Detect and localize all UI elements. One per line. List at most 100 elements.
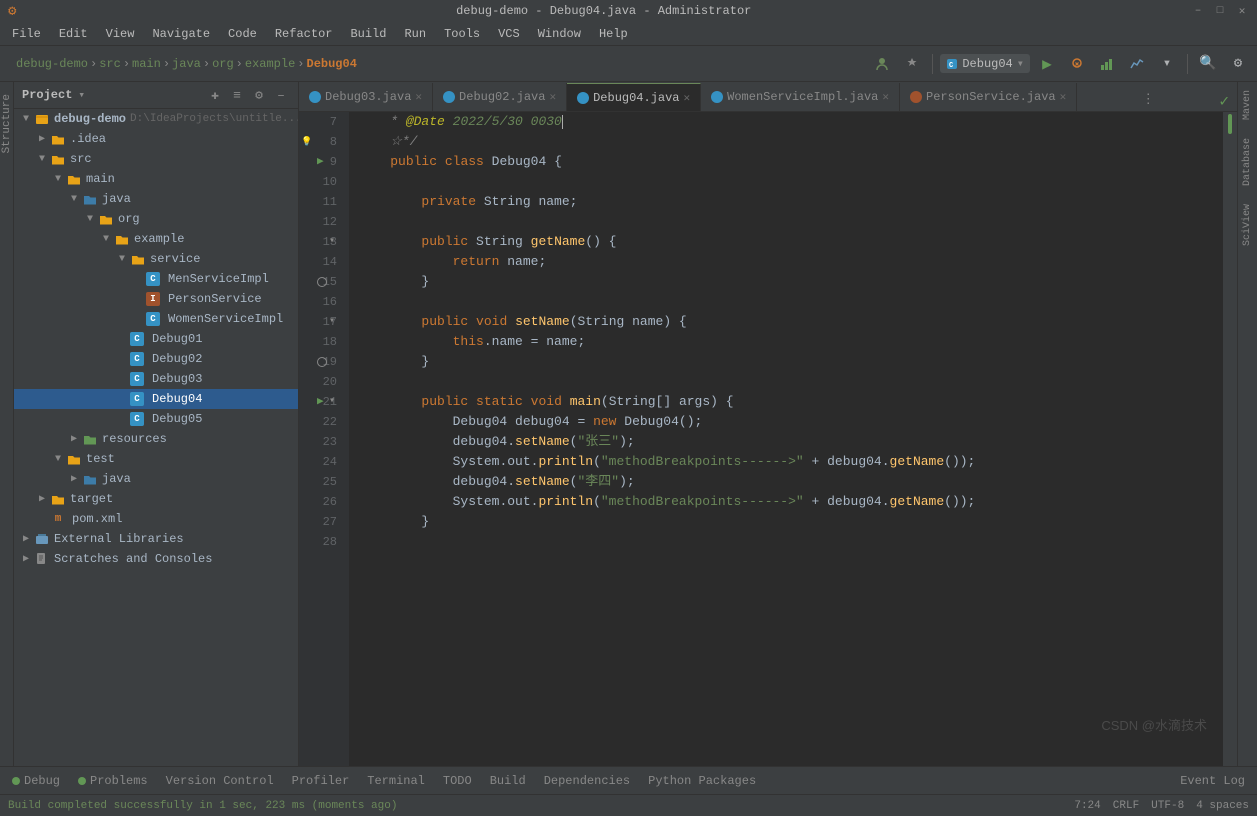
ln-13-fold[interactable]: ▾ bbox=[329, 232, 335, 252]
bottom-tab-terminal[interactable]: Terminal bbox=[359, 772, 433, 790]
project-dropdown-arrow[interactable]: ▾ bbox=[78, 88, 85, 102]
breadcrumb-part-2[interactable]: main bbox=[132, 57, 161, 71]
bottom-tab-problems[interactable]: Problems bbox=[70, 772, 156, 790]
tree-item-java[interactable]: ▼ java bbox=[14, 189, 298, 209]
menu-build[interactable]: Build bbox=[342, 25, 394, 43]
bottom-tab-todo[interactable]: TODO bbox=[435, 772, 480, 790]
menu-refactor[interactable]: Refactor bbox=[267, 25, 341, 43]
close-sidebar-button[interactable]: – bbox=[272, 86, 290, 104]
menu-bar: File Edit View Navigate Code Refactor Bu… bbox=[0, 22, 1257, 46]
more-run-button[interactable]: ▾ bbox=[1154, 51, 1180, 77]
tree-item-debug01[interactable]: C Debug01 bbox=[14, 329, 298, 349]
ln-17-fold[interactable]: ▾ bbox=[329, 312, 335, 332]
breadcrumb-part-5[interactable]: example bbox=[245, 57, 295, 71]
ln-9-run[interactable]: ▶ bbox=[317, 152, 324, 172]
tree-item-org[interactable]: ▼ org bbox=[14, 209, 298, 229]
tree-root[interactable]: ▼ debug-demo D:\IdeaProjects\untitle... bbox=[14, 109, 298, 129]
menu-window[interactable]: Window bbox=[530, 25, 589, 43]
tree-item-womenserviceimpl[interactable]: C WomenServiceImpl bbox=[14, 309, 298, 329]
update-project-button[interactable] bbox=[869, 51, 895, 77]
run-button[interactable]: ▶ bbox=[1034, 51, 1060, 77]
menu-file[interactable]: File bbox=[4, 25, 49, 43]
search-everywhere-button[interactable]: 🔍 bbox=[1195, 51, 1221, 77]
menu-edit[interactable]: Edit bbox=[51, 25, 96, 43]
menu-view[interactable]: View bbox=[98, 25, 143, 43]
structure-label[interactable]: Structure bbox=[0, 86, 15, 161]
tree-item-example[interactable]: ▼ example bbox=[14, 229, 298, 249]
maven-panel-label[interactable]: Maven bbox=[1240, 82, 1255, 128]
settings-sidebar-button[interactable]: ⚙ bbox=[250, 86, 268, 104]
ln-8-lightbulb[interactable]: 💡 bbox=[301, 132, 312, 152]
menu-vcs[interactable]: VCS bbox=[490, 25, 528, 43]
tree-item-scratches[interactable]: ▶ Scratches and Consoles bbox=[14, 549, 298, 569]
tabs-more-button[interactable]: ⋮ bbox=[1134, 88, 1163, 111]
tab-close-debug02[interactable]: ✕ bbox=[549, 90, 556, 104]
menu-help[interactable]: Help bbox=[591, 25, 636, 43]
breadcrumb-part-1[interactable]: src bbox=[99, 57, 121, 71]
tab-womenserviceimpl[interactable]: WomenServiceImpl.java ✕ bbox=[701, 83, 900, 111]
tab-debug04[interactable]: Debug04.java ✕ bbox=[567, 83, 701, 111]
breadcrumb-part-4[interactable]: org bbox=[212, 57, 234, 71]
tree-item-target[interactable]: ▶ target bbox=[14, 489, 298, 509]
tab-debug03[interactable]: Debug03.java ✕ bbox=[299, 83, 433, 111]
cursor-position[interactable]: 7:24 bbox=[1074, 800, 1100, 812]
tab-close-debug03[interactable]: ✕ bbox=[415, 90, 422, 104]
tab-close-personservice[interactable]: ✕ bbox=[1060, 90, 1067, 104]
tab-close-womenservice[interactable]: ✕ bbox=[882, 90, 889, 104]
tree-item-resources[interactable]: ▶ resources bbox=[14, 429, 298, 449]
tree-item-pom[interactable]: m pom.xml bbox=[14, 509, 298, 529]
tree-item-idea[interactable]: ▶ .idea bbox=[14, 129, 298, 149]
menu-navigate[interactable]: Navigate bbox=[144, 25, 218, 43]
tree-item-menserviceimpl[interactable]: C MenServiceImpl bbox=[14, 269, 298, 289]
sciview-panel-label[interactable]: SciView bbox=[1240, 196, 1255, 254]
menu-code[interactable]: Code bbox=[220, 25, 265, 43]
bottom-tab-python[interactable]: Python Packages bbox=[640, 772, 764, 790]
encoding[interactable]: UTF-8 bbox=[1151, 800, 1184, 812]
breadcrumb-part-6[interactable]: Debug04 bbox=[307, 57, 357, 71]
tree-item-debug04[interactable]: C Debug04 bbox=[14, 389, 298, 409]
indent[interactable]: 4 spaces bbox=[1196, 800, 1249, 812]
window-controls[interactable]: – □ ✕ bbox=[1191, 4, 1249, 18]
coverage-button[interactable] bbox=[1094, 51, 1120, 77]
database-panel-label[interactable]: Database bbox=[1240, 130, 1255, 194]
code-content[interactable]: * @Date 2022/5/30 0030 ☆*/ public class … bbox=[349, 112, 1223, 766]
tree-item-test[interactable]: ▼ test bbox=[14, 449, 298, 469]
maximize-button[interactable]: □ bbox=[1213, 4, 1227, 18]
tree-item-debug05[interactable]: C Debug05 bbox=[14, 409, 298, 429]
bottom-tab-dependencies[interactable]: Dependencies bbox=[536, 772, 638, 790]
close-button[interactable]: ✕ bbox=[1235, 4, 1249, 18]
menu-tools[interactable]: Tools bbox=[436, 25, 488, 43]
debug-tab-label: Debug bbox=[24, 774, 60, 788]
new-element-button[interactable]: ✚ bbox=[206, 86, 224, 104]
bottom-tab-debug[interactable]: Debug bbox=[4, 772, 68, 790]
tree-item-debug02[interactable]: C Debug02 bbox=[14, 349, 298, 369]
ln-21-fold[interactable]: ▾ bbox=[329, 392, 335, 412]
menu-run[interactable]: Run bbox=[396, 25, 434, 43]
minimize-button[interactable]: – bbox=[1191, 4, 1205, 18]
vcs-button[interactable] bbox=[899, 51, 925, 77]
bottom-tab-event-log[interactable]: Event Log bbox=[1172, 772, 1253, 790]
bottom-tab-vcs[interactable]: Version Control bbox=[158, 772, 282, 790]
debug-button[interactable] bbox=[1064, 51, 1090, 77]
profile-button[interactable] bbox=[1124, 51, 1150, 77]
collapse-all-button[interactable]: ≡ bbox=[228, 86, 246, 104]
tree-item-src[interactable]: ▼ src bbox=[14, 149, 298, 169]
tree-item-service[interactable]: ▼ service bbox=[14, 249, 298, 269]
tab-debug02[interactable]: Debug02.java ✕ bbox=[433, 83, 567, 111]
breadcrumb-part-0[interactable]: debug-demo bbox=[16, 57, 88, 71]
run-config-selector[interactable]: C Debug04 ▾ bbox=[940, 54, 1030, 73]
root-arrow: ▼ bbox=[18, 111, 34, 127]
line-ending[interactable]: CRLF bbox=[1113, 800, 1139, 812]
tree-item-debug03[interactable]: C Debug03 bbox=[14, 369, 298, 389]
tree-item-test-java[interactable]: ▶ java bbox=[14, 469, 298, 489]
tree-item-main[interactable]: ▼ main bbox=[14, 169, 298, 189]
settings-button[interactable]: ⚙ bbox=[1225, 51, 1251, 77]
bottom-tab-profiler[interactable]: Profiler bbox=[284, 772, 358, 790]
breadcrumb-part-3[interactable]: java bbox=[172, 57, 201, 71]
tab-personservice[interactable]: PersonService.java ✕ bbox=[900, 83, 1077, 111]
ln-21-run[interactable]: ▶ bbox=[317, 392, 324, 412]
bottom-tab-build[interactable]: Build bbox=[482, 772, 534, 790]
tree-item-ext-lib[interactable]: ▶ External Libraries bbox=[14, 529, 298, 549]
tree-item-personservice[interactable]: I PersonService bbox=[14, 289, 298, 309]
tab-close-debug04[interactable]: ✕ bbox=[684, 91, 691, 105]
